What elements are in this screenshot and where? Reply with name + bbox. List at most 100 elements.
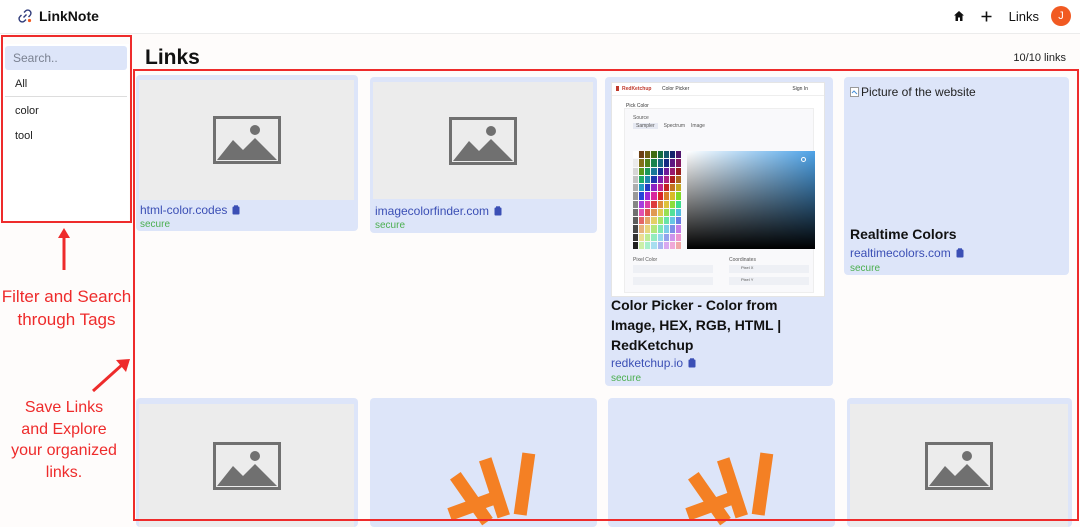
- divider: [5, 96, 127, 97]
- color-swatch: [669, 200, 675, 208]
- card-domain-link[interactable]: realtimecolors.com: [850, 246, 951, 260]
- shot-pixel-x: Pixel X: [729, 265, 809, 273]
- color-swatch: [633, 192, 639, 200]
- color-swatch: [675, 184, 681, 192]
- placeholder-image-icon: [139, 404, 354, 527]
- color-swatch: [633, 159, 639, 167]
- color-swatch: [663, 167, 669, 175]
- color-swatch: [633, 175, 639, 183]
- color-swatch: [639, 208, 645, 216]
- color-swatch: [645, 167, 651, 175]
- home-icon[interactable]: [951, 8, 967, 24]
- color-swatch: [663, 233, 669, 241]
- color-swatch: [675, 225, 681, 233]
- color-swatch: [657, 184, 663, 192]
- color-swatch: [651, 200, 657, 208]
- color-swatch: [639, 217, 645, 225]
- top-navbar: LinkNote Links J: [0, 0, 1080, 34]
- color-swatch: [651, 192, 657, 200]
- color-swatch: [639, 225, 645, 233]
- secure-label: secure: [850, 263, 881, 274]
- color-swatch: [663, 225, 669, 233]
- color-swatch: [663, 175, 669, 183]
- clipboard-icon[interactable]: [688, 358, 696, 368]
- shot-brand: RedKetchup: [622, 86, 652, 92]
- avatar[interactable]: J: [1051, 6, 1071, 26]
- color-swatch: [651, 167, 657, 175]
- shot-section: Color Picker: [662, 86, 690, 92]
- link-card[interactable]: Picture of the website Realtime Colors r…: [844, 77, 1069, 275]
- color-swatch: [675, 167, 681, 175]
- color-swatch: [651, 208, 657, 216]
- color-swatch: [639, 241, 645, 249]
- color-swatch: [639, 200, 645, 208]
- color-swatch: [675, 200, 681, 208]
- color-swatch: [645, 151, 651, 159]
- color-swatch: [657, 208, 663, 216]
- link-card[interactable]: RedKetchup Color Picker Sign In Pick Col…: [605, 77, 833, 386]
- add-icon[interactable]: [979, 8, 995, 24]
- nav-links-link[interactable]: Links: [1009, 9, 1039, 24]
- clipboard-icon[interactable]: [232, 205, 240, 215]
- page-title: Links: [145, 46, 200, 69]
- color-swatch: [633, 208, 639, 216]
- tag-item-all[interactable]: All: [5, 73, 127, 95]
- color-swatch: [639, 233, 645, 241]
- color-swatch: [663, 192, 669, 200]
- link-card[interactable]: [370, 398, 597, 527]
- card-domain-link[interactable]: html-color.codes: [140, 203, 227, 217]
- color-swatch: [657, 167, 663, 175]
- color-swatch: [669, 167, 675, 175]
- color-swatch: [669, 233, 675, 241]
- shot-tab-image: Image: [691, 123, 705, 129]
- color-swatch: [651, 175, 657, 183]
- color-swatch: [663, 151, 669, 159]
- link-icon: [18, 9, 32, 23]
- color-swatch: [657, 225, 663, 233]
- placeholder-image-icon: [139, 80, 354, 200]
- color-swatch: [645, 208, 651, 216]
- color-swatch: [651, 184, 657, 192]
- redketchup-logo-icon: [616, 86, 619, 91]
- shot-coordinates: Coordinates: [729, 257, 756, 263]
- card-domain-link[interactable]: redketchup.io: [611, 356, 683, 370]
- shot-tab-spectrum: Spectrum: [663, 123, 686, 129]
- color-swatch: [651, 151, 657, 159]
- annotation-filter-text: Filter and Search through Tags: [1, 287, 132, 329]
- clipboard-icon[interactable]: [494, 206, 502, 216]
- color-swatch: [675, 217, 681, 225]
- color-swatch: [669, 159, 675, 167]
- link-card[interactable]: [608, 398, 835, 527]
- secure-label: secure: [375, 220, 406, 231]
- color-swatch: [639, 192, 645, 200]
- color-swatch: [675, 233, 681, 241]
- color-swatch: [651, 159, 657, 167]
- color-swatch-grid: [633, 151, 681, 249]
- link-card[interactable]: [847, 398, 1072, 527]
- color-swatch: [651, 233, 657, 241]
- card-title: Color Picker - Color from Image, HEX, RG…: [611, 297, 782, 353]
- card-domain-link[interactable]: imagecolorfinder.com: [375, 204, 489, 218]
- link-card[interactable]: html-color.codes secure: [136, 75, 358, 231]
- link-card[interactable]: [136, 398, 358, 527]
- annotation-arrow-diagonal-icon: [91, 359, 130, 393]
- color-swatch: [663, 200, 669, 208]
- secure-label: secure: [140, 219, 171, 230]
- broken-image-alt: Picture of the website: [850, 85, 976, 99]
- color-swatch: [657, 200, 663, 208]
- app-logo[interactable]: LinkNote: [17, 8, 99, 24]
- secure-label: secure: [611, 373, 642, 384]
- tag-item-color[interactable]: color: [5, 100, 127, 122]
- website-screenshot: RedKetchup Color Picker Sign In Pick Col…: [611, 82, 825, 297]
- color-swatch: [663, 217, 669, 225]
- search-input[interactable]: [5, 46, 127, 70]
- color-swatch: [657, 217, 663, 225]
- link-card[interactable]: imagecolorfinder.com secure: [370, 77, 597, 233]
- clipboard-icon[interactable]: [956, 248, 964, 258]
- shot-pixel-color: Pixel Color: [633, 257, 658, 263]
- color-swatch: [633, 167, 639, 175]
- tag-item-tool[interactable]: tool: [5, 125, 127, 147]
- color-swatch: [675, 151, 681, 159]
- color-swatch: [645, 233, 651, 241]
- stackoverflow-logo-icon: [447, 452, 536, 526]
